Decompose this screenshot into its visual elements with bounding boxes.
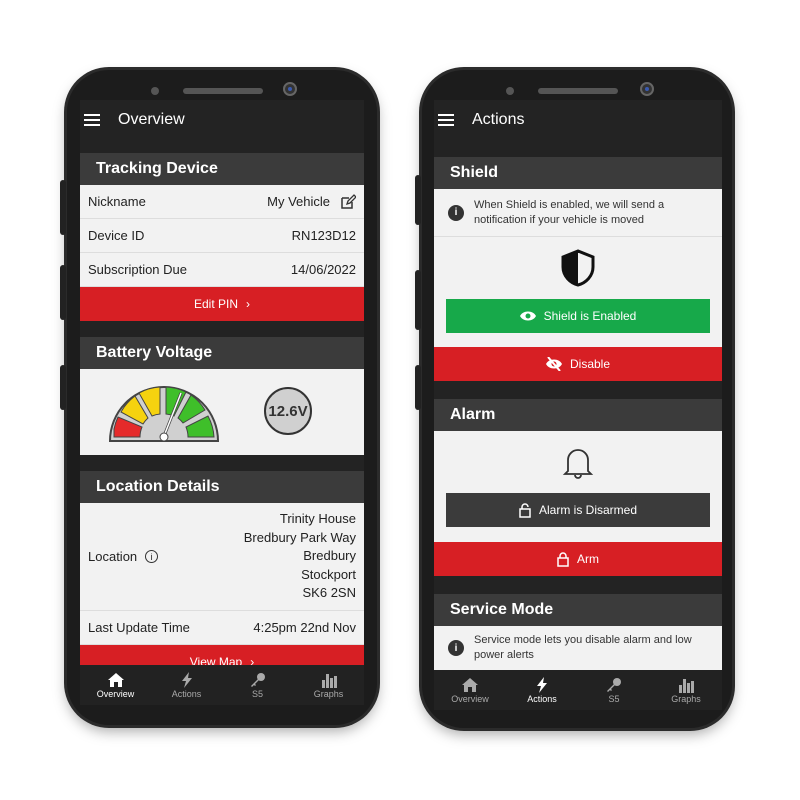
home-icon <box>107 672 124 687</box>
battery-gauge <box>108 386 220 442</box>
card-title: Tracking Device <box>80 153 364 185</box>
eye-icon <box>519 311 536 321</box>
lock-icon <box>557 551 569 567</box>
bolt-icon <box>181 671 192 688</box>
nav-overview[interactable]: Overview <box>80 665 151 705</box>
chevron-right-icon: › <box>246 297 250 311</box>
arm-button[interactable]: Arm <box>434 542 722 576</box>
bar-chart-icon <box>321 673 337 688</box>
shield-card: Shield i When Shield is enabled, we will … <box>434 157 722 381</box>
subscription-row: Subscription Due 14/06/2022 <box>80 253 364 287</box>
device-id-row: Device ID RN123D12 <box>80 219 364 253</box>
service-mode-card: Service Mode i Service mode lets you disa… <box>434 594 722 670</box>
home-icon <box>462 677 478 692</box>
key-icon <box>250 672 265 687</box>
menu-icon[interactable] <box>84 111 100 129</box>
edit-pin-button[interactable]: Edit PIN › <box>80 287 364 321</box>
bolt-icon <box>537 676 547 693</box>
location-row: Location i Trinity House Bredbury Park Wa… <box>80 503 364 611</box>
nav-graphs[interactable]: Graphs <box>650 670 722 710</box>
card-title: Battery Voltage <box>80 337 364 369</box>
eye-off-icon <box>545 357 562 371</box>
nav-s5[interactable]: S5 <box>578 670 650 710</box>
voltage-badge: 12.6V <box>264 387 312 435</box>
card-title: Location Details <box>80 471 364 503</box>
nav-s5[interactable]: S5 <box>222 665 293 705</box>
disable-button[interactable]: Disable <box>434 347 722 381</box>
location-card: Location Details Location i Trinity House… <box>80 471 364 679</box>
alarm-status-button[interactable]: Alarm is Disarmed <box>446 493 710 527</box>
edit-icon[interactable] <box>340 193 356 210</box>
nickname-row: Nickname My Vehicle <box>80 185 364 219</box>
page-title: Overview <box>118 111 185 128</box>
info-icon[interactable]: i <box>145 550 159 563</box>
card-title: Alarm <box>434 399 722 431</box>
phone-actions: Actions Shield i When Shield is enabled, … <box>415 70 732 728</box>
tracking-device-card: Tracking Device Nickname My Vehicle Devic… <box>80 153 364 321</box>
info-icon: i <box>448 640 464 656</box>
alarm-card: Alarm Alarm is Disarmed Arm <box>434 399 722 576</box>
bottom-nav: Overview Actions S5 Graphs <box>80 665 364 705</box>
shield-status-button[interactable]: Shield is Enabled <box>446 299 710 333</box>
page-title: Actions <box>472 111 525 128</box>
last-update-row: Last Update Time 4:25pm 22nd Nov <box>80 611 364 645</box>
nav-actions[interactable]: Actions <box>506 670 578 710</box>
menu-icon[interactable] <box>438 111 454 129</box>
top-bar: Overview <box>80 100 364 140</box>
key-icon <box>607 677 621 692</box>
nav-overview[interactable]: Overview <box>434 670 506 710</box>
bottom-nav: Overview Actions S5 Graphs <box>434 670 722 710</box>
phone-overview: Overview Tracking Device Nickname My Vehi… <box>60 70 377 725</box>
card-title: Service Mode <box>434 594 722 626</box>
info-icon: i <box>448 204 464 221</box>
nav-graphs[interactable]: Graphs <box>293 665 364 705</box>
unlock-icon <box>519 502 531 518</box>
bar-chart-icon <box>679 678 694 693</box>
card-title: Shield <box>434 157 722 189</box>
bell-icon <box>562 449 594 479</box>
battery-card: Battery Voltage 12.6V <box>80 337 364 455</box>
top-bar: Actions <box>434 100 722 140</box>
shield-icon <box>561 249 595 287</box>
nav-actions[interactable]: Actions <box>151 665 222 705</box>
